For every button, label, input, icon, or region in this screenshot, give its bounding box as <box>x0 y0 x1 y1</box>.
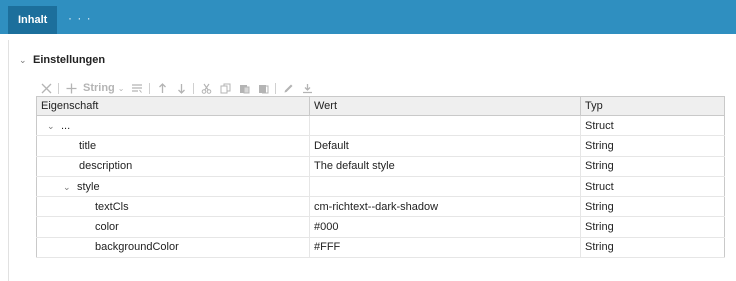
table-row[interactable]: ⌄ style Struct <box>36 176 725 198</box>
property-cell: title <box>36 135 310 157</box>
move-up-icon[interactable] <box>155 80 169 96</box>
chevron-down-icon[interactable]: ⌄ <box>118 84 125 93</box>
table-row[interactable]: description The default style String <box>36 156 725 177</box>
chevron-down-icon[interactable]: ⌄ <box>47 121 61 132</box>
paste-icon[interactable] <box>237 80 251 96</box>
type-cell: Struct <box>580 115 725 137</box>
table-row[interactable]: color #000 String <box>36 216 725 238</box>
value-cell[interactable]: #000 <box>309 216 581 238</box>
delete-icon[interactable] <box>39 80 53 96</box>
type-cell: String <box>580 196 725 218</box>
chevron-down-icon[interactable]: ⌄ <box>63 182 77 193</box>
property-cell: ⌄ style <box>36 176 310 198</box>
edit-icon[interactable] <box>281 80 295 96</box>
type-dropdown-label[interactable]: String <box>83 82 115 94</box>
toolbar-separator <box>193 82 195 94</box>
struct-toolbar: String ⌄ <box>39 80 319 96</box>
type-cell: String <box>580 135 725 157</box>
toolbar-separator <box>149 82 151 94</box>
column-header-wert[interactable]: Wert <box>309 96 581 116</box>
column-header-typ[interactable]: Typ <box>580 96 725 116</box>
table-row[interactable]: textCls cm-richtext--dark-shadow String <box>36 196 725 218</box>
type-cell: Struct <box>580 176 725 198</box>
add-icon[interactable] <box>64 80 78 96</box>
download-icon[interactable] <box>300 80 314 96</box>
more-tabs-button[interactable]: · · · <box>68 6 92 34</box>
section-header[interactable]: ⌄ Einstellungen <box>19 53 105 67</box>
property-cell: ⌄... <box>36 115 310 137</box>
toolbar-separator <box>58 82 59 94</box>
property-cell: color <box>36 216 310 238</box>
property-cell: textCls <box>36 196 310 218</box>
settings-panel: ⌄ Einstellungen String ⌄ Eigenschaft Wer… <box>8 40 736 281</box>
cut-icon[interactable] <box>199 80 213 96</box>
value-cell[interactable]: cm-richtext--dark-shadow <box>309 196 581 218</box>
value-cell[interactable]: The default style <box>309 156 581 177</box>
top-tab-bar: Inhalt · · · <box>0 0 736 34</box>
toolbar-separator <box>275 82 277 94</box>
value-cell[interactable] <box>309 115 581 137</box>
section-title: Einstellungen <box>33 54 106 66</box>
list-icon[interactable] <box>130 80 144 96</box>
tab-inhalt[interactable]: Inhalt <box>8 6 58 34</box>
type-cell: String <box>580 237 725 259</box>
table-row[interactable]: title Default String <box>36 135 725 157</box>
paste-special-icon[interactable] <box>256 80 270 96</box>
grid-header-row: Eigenschaft Wert Typ <box>36 96 725 116</box>
table-row[interactable]: ⌄... Struct <box>36 115 725 137</box>
copy-icon[interactable] <box>218 80 232 96</box>
chevron-down-icon[interactable]: ⌄ <box>19 55 33 66</box>
value-cell[interactable]: Default <box>309 135 581 157</box>
property-cell: backgroundColor <box>36 237 310 259</box>
type-cell: String <box>580 216 725 238</box>
property-cell: description <box>36 156 310 177</box>
type-cell: String <box>580 156 725 177</box>
property-name: ... <box>61 119 71 132</box>
value-cell[interactable] <box>309 176 581 198</box>
value-cell[interactable]: #FFF <box>309 237 581 259</box>
properties-grid: Eigenschaft Wert Typ ⌄... Struct title D… <box>36 96 725 259</box>
column-header-eigenschaft[interactable]: Eigenschaft <box>36 96 310 116</box>
table-row[interactable]: backgroundColor #FFF String <box>36 237 725 259</box>
property-name: style <box>77 180 100 193</box>
move-down-icon[interactable] <box>174 80 188 96</box>
